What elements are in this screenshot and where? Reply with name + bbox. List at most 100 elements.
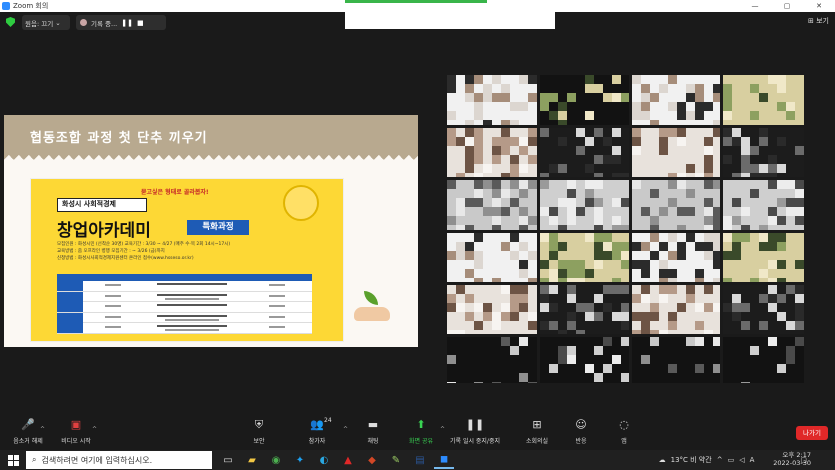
record-dot-icon <box>80 19 87 26</box>
participant-tile[interactable] <box>540 233 629 282</box>
participant-tile[interactable] <box>632 285 720 334</box>
participant-tile[interactable] <box>447 180 537 230</box>
poster-badge: 특화과정 <box>187 220 249 235</box>
participant-tile[interactable] <box>632 75 720 125</box>
close-button[interactable]: ✕ <box>803 0 835 12</box>
weather-text: 13°C 비 약간 <box>670 456 712 464</box>
academy-poster: 묻고싶은 형태로 골라봅자! 화성시 사회적경제 창업아카데미 특화과정 모집인… <box>30 178 344 342</box>
participants-label: 참가자 <box>308 438 326 445</box>
network-icon[interactable]: ▭ <box>728 456 735 464</box>
edge-icon[interactable]: ◐ <box>314 451 334 469</box>
participants-icon: 👥 <box>310 418 324 431</box>
task-view-icon[interactable]: ▭ <box>218 451 238 469</box>
twitter-icon[interactable]: ✦ <box>290 451 310 469</box>
pause-recording-button[interactable]: ❚❚ <box>121 19 133 27</box>
lightbulb-icon <box>283 185 319 221</box>
poster-info: 모집인원 : 화성시민 (선착순 30명) 교육기간 : 3/30 ~ 4/27… <box>57 241 230 262</box>
poster-tagline: 묻고싶은 형태로 골라봅자! <box>141 189 209 196</box>
windows-start-icon[interactable] <box>8 455 19 466</box>
leave-button[interactable]: 나가기 <box>796 426 828 440</box>
taskbar-apps: ▭ ▰ ◉ ✦ ◐ ▲ ◆ ✎ ▤ ◼ <box>218 451 454 469</box>
chevron-up-icon[interactable]: ^ <box>440 426 445 433</box>
minimize-button[interactable]: — <box>739 0 771 12</box>
stop-recording-button[interactable]: ■ <box>137 19 144 27</box>
zoom-taskbar-icon[interactable]: ◼ <box>434 451 454 469</box>
participant-tile[interactable] <box>540 337 629 383</box>
participant-tile[interactable] <box>540 285 629 334</box>
shield-icon: ⛨ <box>254 418 264 431</box>
participant-tile[interactable] <box>632 180 720 230</box>
tray-expand-icon[interactable]: ^ <box>717 456 723 464</box>
participant-video-grid[interactable] <box>447 75 804 383</box>
participant-tile[interactable] <box>540 180 629 230</box>
window-controls: — ▢ ✕ <box>739 0 835 12</box>
view-button[interactable]: ⊞ 보기 <box>808 16 829 26</box>
file-explorer-icon[interactable]: ▰ <box>242 451 262 469</box>
apps-button[interactable]: ◌ 앱 <box>596 418 652 445</box>
window-title: Zoom 회의 <box>13 2 49 10</box>
schedule-header <box>57 274 312 281</box>
powerpoint-icon[interactable]: ◆ <box>362 451 382 469</box>
participant-tile[interactable] <box>447 285 537 334</box>
participant-tile[interactable] <box>540 128 629 177</box>
participant-tile[interactable] <box>723 285 804 334</box>
participant-tile[interactable] <box>723 180 804 230</box>
maximize-button[interactable]: ▢ <box>771 0 803 12</box>
original-sound-label: 원음: 끄기 <box>25 19 54 28</box>
schedule-row <box>57 291 312 302</box>
shared-screen-slide: 협동조합 과정 첫 단추 끼우기 묻고싶은 형태로 골라봅자! 화성시 사회적경… <box>4 115 418 347</box>
participant-tile[interactable] <box>447 75 537 125</box>
schedule-row <box>57 312 312 323</box>
paint-icon[interactable]: ✎ <box>386 451 406 469</box>
poster-info-line: 교육방법 : 줌 오프라인 병행 모집기간 : ~ 3/26 (금)까지 <box>57 249 165 254</box>
share-screen-label: 화면 공유 <box>409 438 433 445</box>
recording-label: 기록 중... <box>91 19 118 28</box>
participant-count: 24 <box>324 417 332 424</box>
participant-tile[interactable] <box>447 337 537 383</box>
schedule-table <box>57 274 312 334</box>
zoom-app-icon <box>2 2 10 10</box>
apps-label: 앱 <box>621 438 627 445</box>
taskbar-search[interactable]: ⌕ 검색하려면 여기에 입력하십시오. <box>26 451 212 469</box>
pause-icon: ❚❚ <box>465 418 485 431</box>
schedule-row <box>57 281 312 292</box>
clock-date: 2022-03-30 <box>773 459 811 467</box>
search-placeholder: 검색하려면 여기에 입력하십시오. <box>41 455 153 465</box>
poster-title: 창업아카데미 <box>57 221 151 241</box>
participant-tile[interactable] <box>723 233 804 282</box>
participant-tile[interactable] <box>632 233 720 282</box>
participant-tile[interactable] <box>723 337 804 383</box>
word-icon[interactable]: ▤ <box>410 451 430 469</box>
slide-zigzag-edge <box>4 155 418 165</box>
chevron-up-icon[interactable]: ^ <box>92 426 97 433</box>
video-label: 비디오 시작 <box>61 438 91 445</box>
ime-indicator[interactable]: A <box>750 456 755 464</box>
meeting-controls: 🎤 음소거 해제 ^ ▣ 비디오 시작 ^ ⛨ 보안 👥 24 참가자 ^ ▬ 채팅 ⬆ 화면… <box>0 417 835 450</box>
clock-time: 오후 2:17 <box>782 451 811 459</box>
record-button[interactable]: ❚❚ 기록 일시 중지/중지 <box>447 418 503 445</box>
share-status-bar <box>345 0 555 29</box>
participant-tile[interactable] <box>723 128 804 177</box>
chevron-up-icon[interactable]: ^ <box>40 426 45 433</box>
chrome-icon[interactable]: ◉ <box>266 451 286 469</box>
participant-tile[interactable] <box>447 233 537 282</box>
share-progress <box>345 0 487 3</box>
acrobat-icon[interactable]: ▲ <box>338 451 358 469</box>
schedule-row <box>57 302 312 313</box>
security-button[interactable]: ⛨ 보안 <box>231 418 287 445</box>
original-sound-toggle[interactable]: 원음: 끄기 ⌄ <box>22 15 70 30</box>
participants-button[interactable]: 👥 24 참가자 <box>289 417 345 445</box>
participant-tile[interactable] <box>723 75 804 125</box>
chevron-down-icon: ⌄ <box>53 18 61 27</box>
security-label: 보안 <box>253 438 265 445</box>
record-label: 기록 일시 중지/중지 <box>450 438 500 445</box>
participant-tile[interactable] <box>632 337 720 383</box>
participant-tile[interactable] <box>447 128 537 177</box>
participant-tile[interactable] <box>632 128 720 177</box>
schedule-row <box>57 323 312 334</box>
weather-icon: ☁ <box>658 456 666 464</box>
taskbar-clock[interactable]: 오후 2:17 2022-03-30 <box>773 451 811 467</box>
recording-indicator: 기록 중... ❚❚ ■ <box>76 15 166 30</box>
participant-tile[interactable] <box>540 75 629 125</box>
speaker-icon[interactable]: ◁ <box>739 456 744 464</box>
